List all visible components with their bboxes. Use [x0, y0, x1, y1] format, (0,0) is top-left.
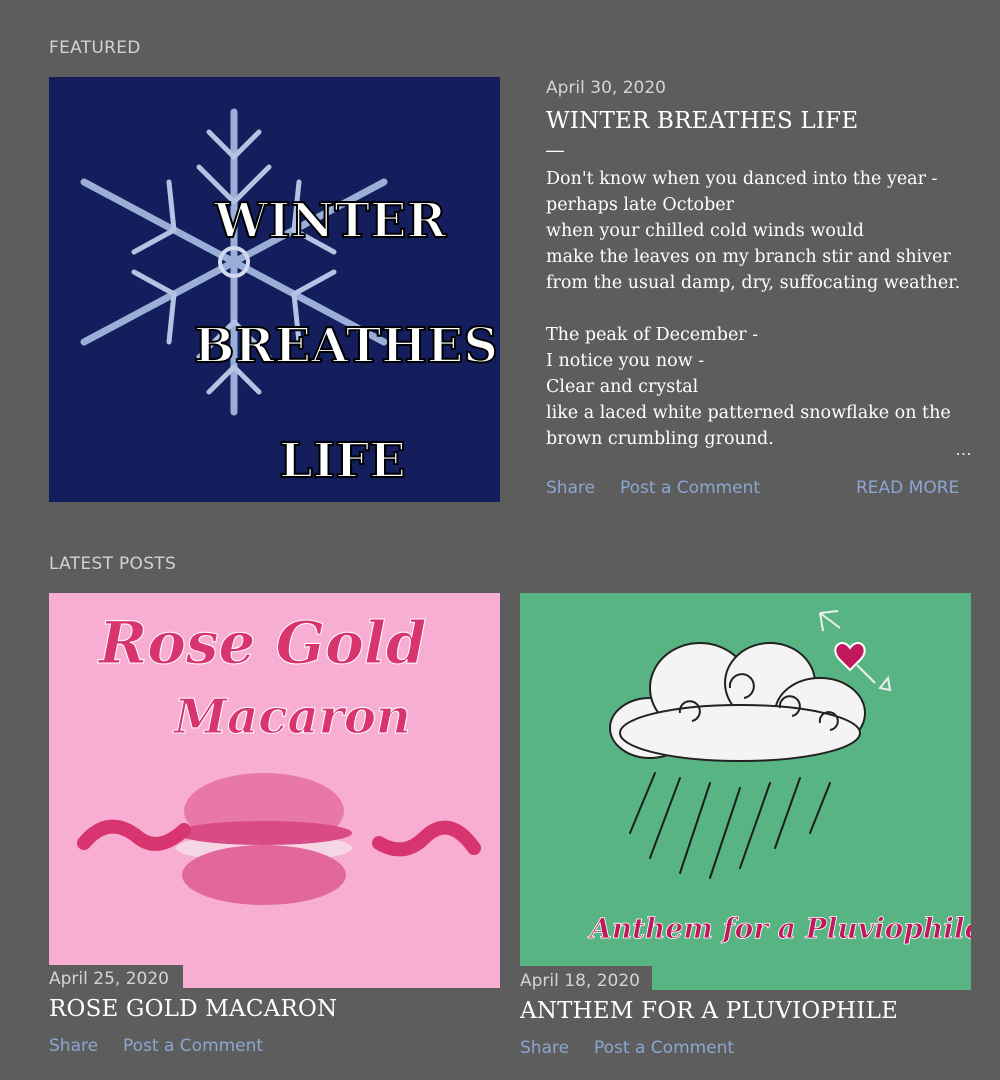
post-image-anthem-for-a-pluviophile[interactable]: Anthem for a Pluviophile — [520, 593, 971, 990]
post-title[interactable]: ANTHEM FOR A PLUVIOPHILE — [520, 998, 898, 1024]
pluviophile-art-caption: Anthem for a Pluviophile — [587, 912, 971, 945]
snowflake-icon: WINTER BREATHES LIFE — [49, 77, 500, 502]
featured-art-line1: WINTER — [213, 193, 448, 249]
post-share-link[interactable]: Share — [520, 1038, 569, 1058]
macaron-icon: Rose Gold Macaron — [49, 593, 500, 988]
post-comment-link[interactable]: Post a Comment — [123, 1036, 263, 1056]
featured-art-line2: BREATHES — [194, 318, 498, 374]
featured-share-link[interactable]: Share — [546, 478, 595, 498]
post-date: April 25, 2020 — [49, 969, 169, 989]
post-comment-link[interactable]: Post a Comment — [594, 1038, 734, 1058]
macaron-art-line2: Macaron — [172, 689, 411, 745]
post-share-link[interactable]: Share — [49, 1036, 98, 1056]
featured-art-line3: LIFE — [279, 433, 406, 489]
read-more-link[interactable]: READ MORE — [856, 478, 959, 498]
featured-section-label: FEATURED — [49, 38, 141, 58]
post-date: April 18, 2020 — [520, 971, 640, 991]
post-title[interactable]: ROSE GOLD MACARON — [49, 996, 337, 1022]
featured-post-snippet: Don't know when you danced into the year… — [546, 169, 961, 449]
post-image-rose-gold-macaron[interactable]: Rose Gold Macaron — [49, 593, 500, 988]
rain-cloud-icon: Anthem for a Pluviophile — [520, 593, 971, 990]
macaron-art-line1: Rose Gold — [97, 609, 426, 677]
snippet-ellipsis: … — [955, 440, 972, 459]
featured-post-date: April 30, 2020 — [546, 78, 666, 98]
featured-comment-link[interactable]: Post a Comment — [620, 478, 760, 498]
featured-post-image[interactable]: WINTER BREATHES LIFE — [49, 77, 500, 502]
featured-post-title[interactable]: WINTER BREATHES LIFE — [546, 108, 858, 134]
latest-section-label: LATEST POSTS — [49, 554, 177, 574]
title-divider: — — [546, 140, 564, 160]
